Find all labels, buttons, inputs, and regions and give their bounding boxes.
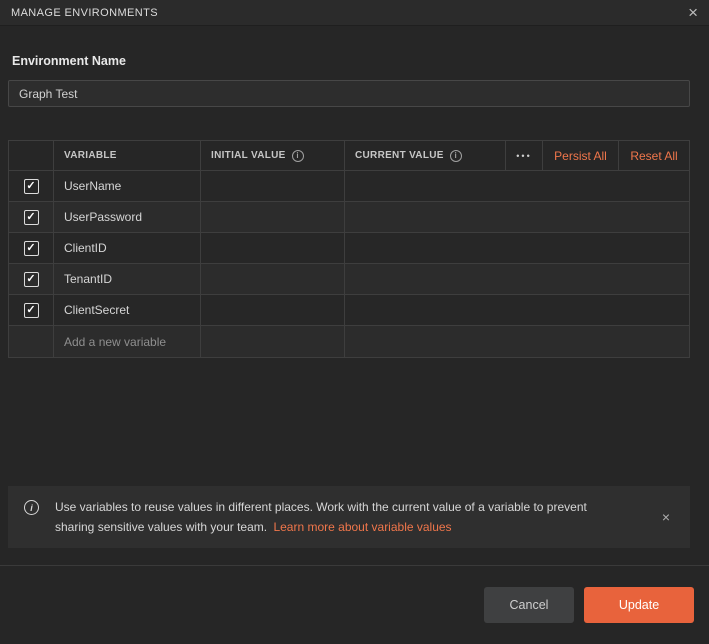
checkbox-cell [9, 326, 53, 357]
current-value-cell[interactable] [344, 233, 689, 263]
info-icon[interactable]: i [292, 150, 304, 162]
current-value-cell[interactable] [344, 295, 689, 325]
row-checkbox[interactable]: ✓ [24, 179, 39, 194]
more-options-icon[interactable]: ••• [506, 141, 542, 170]
variable-name-cell[interactable]: UserName [53, 171, 200, 201]
variable-name-cell[interactable]: TenantID [53, 264, 200, 294]
column-header-variable: VARIABLE [53, 141, 200, 170]
variable-name: TenantID [64, 272, 112, 286]
update-button[interactable]: Update [584, 587, 694, 623]
learn-more-link[interactable]: Learn more about variable values [273, 520, 451, 534]
checkbox-cell: ✓ [9, 295, 53, 325]
table-row: ✓ UserPassword [9, 202, 689, 233]
check-icon: ✓ [26, 243, 35, 254]
variable-name-cell[interactable]: UserPassword [53, 202, 200, 232]
close-icon[interactable]: × [688, 4, 698, 21]
persist-all-button[interactable]: Persist All [543, 141, 618, 170]
manage-environments-dialog: MANAGE ENVIRONMENTS × Environment Name V… [0, 0, 709, 623]
current-value-cell[interactable] [344, 264, 689, 294]
info-banner: i Use variables to reuse values in diffe… [8, 486, 690, 548]
row-checkbox[interactable]: ✓ [24, 303, 39, 318]
table-row: ✓ ClientID [9, 233, 689, 264]
banner-close-icon[interactable]: × [658, 510, 674, 524]
variable-name: ClientSecret [64, 303, 129, 317]
add-variable-row: Add a new variable [9, 326, 689, 357]
environment-name-input[interactable] [8, 80, 690, 107]
info-icon-glyph: i [454, 151, 457, 160]
info-icon[interactable]: i [450, 150, 462, 162]
column-header-initial-value-label: INITIAL VALUE [211, 150, 286, 161]
initial-value-cell[interactable] [200, 326, 344, 357]
add-variable-placeholder: Add a new variable [64, 335, 166, 349]
info-icon-glyph: i [296, 151, 299, 160]
initial-value-cell[interactable] [200, 264, 344, 294]
row-checkbox[interactable]: ✓ [24, 272, 39, 287]
dialog-footer: Cancel Update [0, 565, 709, 623]
checkbox-cell: ✓ [9, 233, 53, 263]
current-value-cell[interactable] [344, 326, 689, 357]
checkbox-cell: ✓ [9, 202, 53, 232]
environment-name-label: Environment Name [12, 54, 709, 68]
check-icon: ✓ [26, 305, 35, 316]
table-row: ✓ TenantID [9, 264, 689, 295]
column-header-current-value: CURRENT VALUE i [344, 141, 505, 170]
variable-name: UserPassword [64, 210, 142, 224]
row-checkbox[interactable]: ✓ [24, 241, 39, 256]
column-header-variable-label: VARIABLE [64, 150, 117, 161]
add-variable-input[interactable]: Add a new variable [53, 326, 200, 357]
checkbox-cell: ✓ [9, 171, 53, 201]
checkbox-cell: ✓ [9, 264, 53, 294]
variable-name: ClientID [64, 241, 107, 255]
initial-value-cell[interactable] [200, 171, 344, 201]
table-row: ✓ UserName [9, 171, 689, 202]
info-icon: i [24, 500, 39, 515]
banner-message: Use variables to reuse values in differe… [55, 497, 620, 537]
table-row: ✓ ClientSecret [9, 295, 689, 326]
column-header-current-value-label: CURRENT VALUE [355, 150, 444, 161]
info-icon-glyph: i [30, 503, 33, 513]
check-icon: ✓ [26, 274, 35, 285]
check-icon: ✓ [26, 181, 35, 192]
cancel-button[interactable]: Cancel [484, 587, 574, 623]
table-header-actions: ••• Persist All Reset All [505, 141, 689, 170]
initial-value-cell[interactable] [200, 233, 344, 263]
dialog-titlebar: MANAGE ENVIRONMENTS × [0, 0, 709, 26]
variable-name-cell[interactable]: ClientID [53, 233, 200, 263]
row-checkbox[interactable]: ✓ [24, 210, 39, 225]
variable-name-cell[interactable]: ClientSecret [53, 295, 200, 325]
current-value-cell[interactable] [344, 202, 689, 232]
dialog-title: MANAGE ENVIRONMENTS [11, 7, 158, 19]
initial-value-cell[interactable] [200, 295, 344, 325]
table-header-row: VARIABLE INITIAL VALUE i CURRENT VALUE i… [9, 141, 689, 171]
variable-name: UserName [64, 179, 121, 193]
check-icon: ✓ [26, 212, 35, 223]
column-header-initial-value: INITIAL VALUE i [200, 141, 344, 170]
reset-all-button[interactable]: Reset All [619, 141, 689, 170]
initial-value-cell[interactable] [200, 202, 344, 232]
variables-table: VARIABLE INITIAL VALUE i CURRENT VALUE i… [8, 140, 690, 358]
current-value-cell[interactable] [344, 171, 689, 201]
header-checkbox-cell [9, 141, 53, 170]
